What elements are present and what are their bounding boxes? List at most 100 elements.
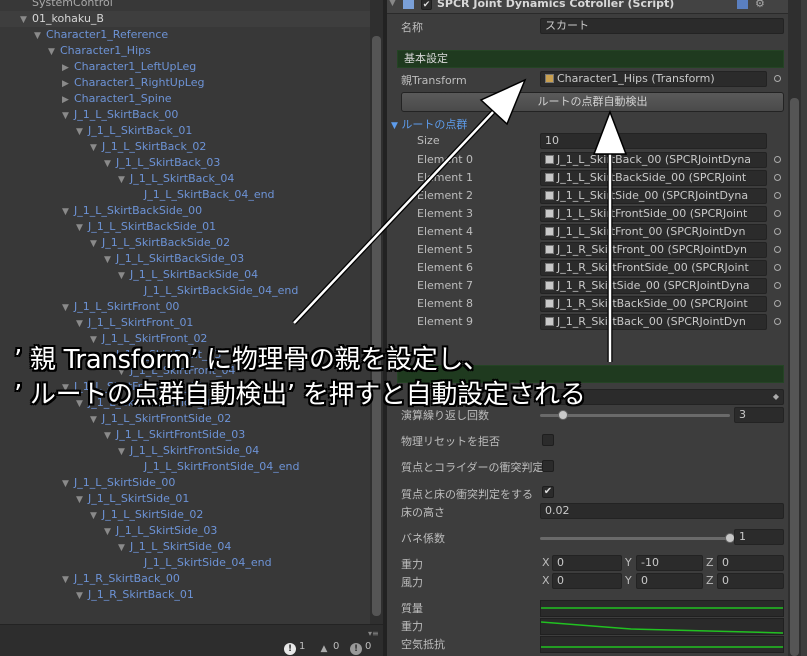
hierarchy-item[interactable]: ▼ Character1_Hips xyxy=(0,43,151,59)
object-picker-icon[interactable] xyxy=(774,156,781,163)
element-object-field[interactable]: J_1_L_SkirtSide_00 (SPCRJointDyna xyxy=(540,188,767,204)
expanded-arrow-icon[interactable]: ▼ xyxy=(118,540,130,556)
iterations-field[interactable]: 3 xyxy=(734,407,784,423)
scrollbar-thumb[interactable] xyxy=(790,98,799,656)
element-object-field[interactable]: J_1_L_SkirtBackSide_00 (SPCRJoint xyxy=(540,170,767,186)
iterations-slider-knob[interactable] xyxy=(557,410,568,420)
collapsed-arrow-icon[interactable]: ▶ xyxy=(62,60,74,76)
element-object-field[interactable]: J_1_R_SkirtFrontSide_00 (SPCRJoint xyxy=(540,260,767,276)
hierarchy-item[interactable]: ▼ J_1_L_SkirtFront_00 xyxy=(0,299,179,315)
hierarchy-item[interactable]: J_1_L_SkirtSide_04_end xyxy=(0,555,272,571)
hierarchy-item[interactable]: SystemControl xyxy=(0,0,113,11)
hierarchy-item[interactable]: ▼ J_1_L_SkirtFrontSide_03 xyxy=(0,427,245,443)
expanded-arrow-icon[interactable]: ▼ xyxy=(90,412,102,428)
expanded-arrow-icon[interactable]: ▼ xyxy=(104,524,116,540)
expanded-arrow-icon[interactable]: ▼ xyxy=(104,428,116,444)
expanded-arrow-icon[interactable]: ▼ xyxy=(34,28,46,44)
expanded-arrow-icon[interactable]: ▼ xyxy=(118,268,130,284)
hierarchy-item[interactable]: ▼ J_1_L_SkirtBackSide_01 xyxy=(0,219,216,235)
expanded-arrow-icon[interactable]: ▼ xyxy=(62,108,74,124)
hierarchy-item[interactable]: ▼ J_1_L_SkirtSide_03 xyxy=(0,523,217,539)
wind-y-field[interactable]: 0 xyxy=(636,573,703,589)
element-object-field[interactable]: J_1_R_SkirtBack_00 (SPCRJointDyn xyxy=(540,314,767,330)
element-object-field[interactable]: J_1_L_SkirtBack_00 (SPCRJointDyna xyxy=(540,152,767,168)
hierarchy-item[interactable]: ▼ J_1_L_SkirtBackSide_03 xyxy=(0,251,244,267)
expanded-arrow-icon[interactable]: ▼ xyxy=(118,364,130,380)
hierarchy-item[interactable]: ▼ J_1_R_SkirtBack_00 xyxy=(0,571,180,587)
hierarchy-item[interactable]: ▼ J_1_L_SkirtBack_03 xyxy=(0,155,220,171)
component-enabled-checkbox[interactable]: ✔ xyxy=(421,0,432,10)
spring-field[interactable]: 1 xyxy=(734,529,784,545)
hierarchy-item[interactable]: ▶ Character1_RightUpLeg xyxy=(0,75,205,91)
object-picker-icon[interactable] xyxy=(774,300,781,307)
gravity-curve[interactable] xyxy=(540,618,784,635)
element-object-field[interactable]: J_1_L_SkirtFrontSide_00 (SPCRJoint xyxy=(540,206,767,222)
hierarchy-item[interactable]: ▼ J_1_L_SkirtSide_02 xyxy=(0,507,203,523)
object-picker-icon[interactable] xyxy=(774,246,781,253)
expanded-arrow-icon[interactable]: ▼ xyxy=(62,380,74,396)
element-object-field[interactable]: J_1_R_SkirtFront_00 (SPCRJointDyn xyxy=(540,242,767,258)
object-picker-icon[interactable] xyxy=(774,192,781,199)
info-count[interactable]: ! 0 xyxy=(350,639,371,655)
wind-z-field[interactable]: 0 xyxy=(717,573,784,589)
warning-count[interactable]: ▲ 0 xyxy=(318,639,340,655)
collapse-arrow-icon[interactable]: ▼ xyxy=(389,0,396,8)
hierarchy-item[interactable]: ▼ J_1_L_SkirtFrontSide_00 xyxy=(0,379,203,395)
expanded-arrow-icon[interactable]: ▼ xyxy=(62,572,74,588)
hierarchy-item[interactable]: J_1_L_SkirtBack_04_end xyxy=(0,187,275,203)
hierarchy-item[interactable]: ▼ J_1_L_SkirtBack_00 xyxy=(0,107,178,123)
expanded-arrow-icon[interactable]: ▼ xyxy=(62,476,74,492)
hierarchy-item[interactable]: ▼ J_1_L_SkirtSide_01 xyxy=(0,491,189,507)
expanded-arrow-icon[interactable]: ▼ xyxy=(76,124,88,140)
hierarchy-item[interactable]: ▼ J_1_L_SkirtBack_01 xyxy=(0,123,192,139)
expanded-arrow-icon[interactable]: ▼ xyxy=(118,172,130,188)
hierarchy-item[interactable]: J_1_L_SkirtBackSide_04_end xyxy=(0,283,298,299)
hierarchy-item[interactable]: ▼ Character1_Reference xyxy=(0,27,168,43)
hierarchy-item[interactable]: ▼ J_1_L_SkirtFrontSide_04 xyxy=(0,443,259,459)
expanded-arrow-icon[interactable]: ▼ xyxy=(104,348,116,364)
gravity-y-field[interactable]: -10 xyxy=(636,555,703,571)
hierarchy-item[interactable]: ▼ J_1_L_SkirtBackSide_02 xyxy=(0,235,230,251)
collapsed-arrow-icon[interactable]: ▶ xyxy=(62,76,74,92)
hierarchy-item[interactable]: ▼ J_1_L_SkirtFront_01 xyxy=(0,315,193,331)
expanded-arrow-icon[interactable]: ▼ xyxy=(118,444,130,460)
element-object-field[interactable]: J_1_R_SkirtBackSide_00 (SPCRJoint xyxy=(540,296,767,312)
collapsed-arrow-icon[interactable]: ▶ xyxy=(62,92,74,108)
error-count[interactable]: ! 1 xyxy=(284,639,305,655)
expanded-arrow-icon[interactable]: ▼ xyxy=(48,44,60,60)
component-header[interactable]: ▼ ✔ SPCR Joint Dynamics Cotroller (Scrip… xyxy=(387,0,789,14)
expanded-arrow-icon[interactable]: ▼ xyxy=(76,396,88,412)
element-object-field[interactable]: J_1_L_SkirtFront_00 (SPCRJointDyn xyxy=(540,224,767,240)
settings-icon[interactable]: ⚙ xyxy=(755,0,765,10)
hierarchy-item[interactable]: J_1_L_SkirtFrontSide_04_end xyxy=(0,459,299,475)
expanded-arrow-icon[interactable]: ▼ xyxy=(76,316,88,332)
hierarchy-item[interactable]: ▼ J_1_L_SkirtFrontSide_02 xyxy=(0,411,231,427)
element-object-field[interactable]: J_1_R_SkirtSide_00 (SPCRJointDyna xyxy=(540,278,767,294)
hierarchy-item[interactable]: ▶ Character1_LeftUpLeg xyxy=(0,59,196,75)
name-field[interactable]: スカート xyxy=(540,18,784,34)
hierarchy-item[interactable]: ▼ 01_kohaku_B xyxy=(0,11,370,27)
gravity-z-field[interactable]: 0 xyxy=(717,555,784,571)
hierarchy-item[interactable]: ▼ J_1_L_SkirtBackSide_04 xyxy=(0,267,258,283)
hierarchy-item[interactable]: ▼ J_1_L_SkirtFront_02 xyxy=(0,331,207,347)
auto-detect-root-points-button[interactable]: ルートの点群自動検出 xyxy=(401,92,784,112)
object-picker-icon[interactable] xyxy=(774,75,781,82)
gravity-x-field[interactable]: 0 xyxy=(552,555,622,571)
hierarchy-item[interactable]: ▼ J_1_L_SkirtSide_00 xyxy=(0,475,175,491)
hierarchy-item[interactable]: ▼ J_1_L_SkirtFront_04 xyxy=(0,363,235,379)
expanded-arrow-icon[interactable]: ▼ xyxy=(90,508,102,524)
expanded-arrow-icon[interactable]: ▼ xyxy=(76,588,88,604)
hierarchy-scrollbar[interactable] xyxy=(370,0,383,624)
expanded-arrow-icon[interactable]: ▼ xyxy=(104,156,116,172)
help-icon[interactable] xyxy=(737,0,748,9)
mass-curve[interactable] xyxy=(540,600,784,617)
expanded-arrow-icon[interactable]: ▼ xyxy=(90,140,102,156)
parent-transform-field[interactable]: Character1_Hips (Transform) xyxy=(540,71,767,87)
size-field[interactable]: 10 xyxy=(540,133,767,149)
object-picker-icon[interactable] xyxy=(774,264,781,271)
object-picker-icon[interactable] xyxy=(774,174,781,181)
hierarchy-item[interactable]: ▼ J_1_L_SkirtBack_04 xyxy=(0,171,234,187)
expanded-arrow-icon[interactable]: ▼ xyxy=(76,220,88,236)
object-picker-icon[interactable] xyxy=(774,318,781,325)
expanded-arrow-icon[interactable]: ▼ xyxy=(90,236,102,252)
